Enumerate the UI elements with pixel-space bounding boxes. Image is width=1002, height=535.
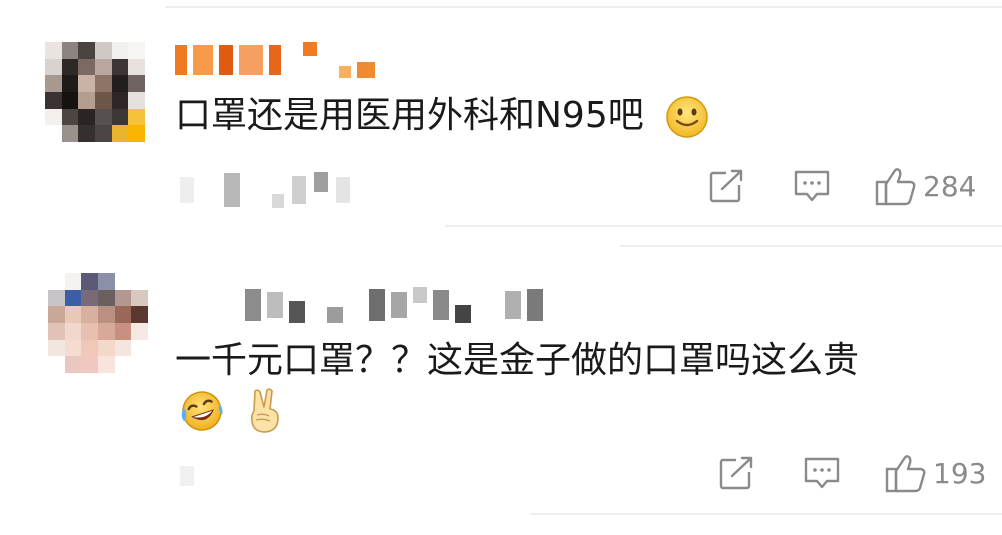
divider (620, 245, 1002, 247)
comment-button[interactable] (803, 454, 841, 492)
divider (445, 225, 1002, 227)
laughing-crying-emoji (181, 391, 223, 431)
thumbs-up-icon (885, 455, 926, 493)
like-count: 193 (933, 456, 987, 490)
comment-button[interactable] (793, 167, 831, 205)
like-button[interactable]: 193 (885, 453, 986, 493)
comment-text: 一千元口罩？？这是金子做的口罩吗这么贵 (175, 339, 859, 383)
comment-item: 一千元口罩？？这是金子做的口罩吗这么贵 193 (0, 255, 1002, 535)
avatar[interactable] (45, 42, 145, 142)
victory-hand-emoji (251, 388, 280, 433)
comment-icon (794, 170, 830, 202)
comment-icon (804, 457, 840, 489)
smile-emoji (666, 96, 708, 138)
username-pixelated[interactable] (245, 287, 543, 323)
comment-actions: 193 (718, 453, 986, 493)
comment-item: 口罩还是用医用外科和N95吧 284 (0, 0, 1002, 230)
share-button[interactable] (718, 454, 756, 492)
share-icon (719, 455, 755, 490)
timestamp-pixelated (180, 463, 194, 489)
divider-bottom (530, 513, 1002, 515)
comment-text: 口罩还是用医用外科和N95吧 (175, 94, 709, 139)
share-icon (709, 168, 745, 203)
comment-actions: 284 (708, 166, 976, 206)
comment-emoji-row (178, 387, 285, 435)
comment-text-content: 口罩还是用医用外科和N95吧 (175, 95, 644, 136)
username-pixelated[interactable] (175, 42, 375, 78)
share-button[interactable] (708, 167, 746, 205)
thumbs-up-icon (875, 168, 916, 206)
like-button[interactable]: 284 (875, 166, 976, 206)
comment-text-content: 一千元口罩？？这是金子做的口罩吗这么贵 (175, 340, 860, 381)
timestamp-pixelated (180, 172, 350, 208)
like-count: 284 (923, 169, 977, 203)
avatar[interactable] (48, 273, 148, 373)
